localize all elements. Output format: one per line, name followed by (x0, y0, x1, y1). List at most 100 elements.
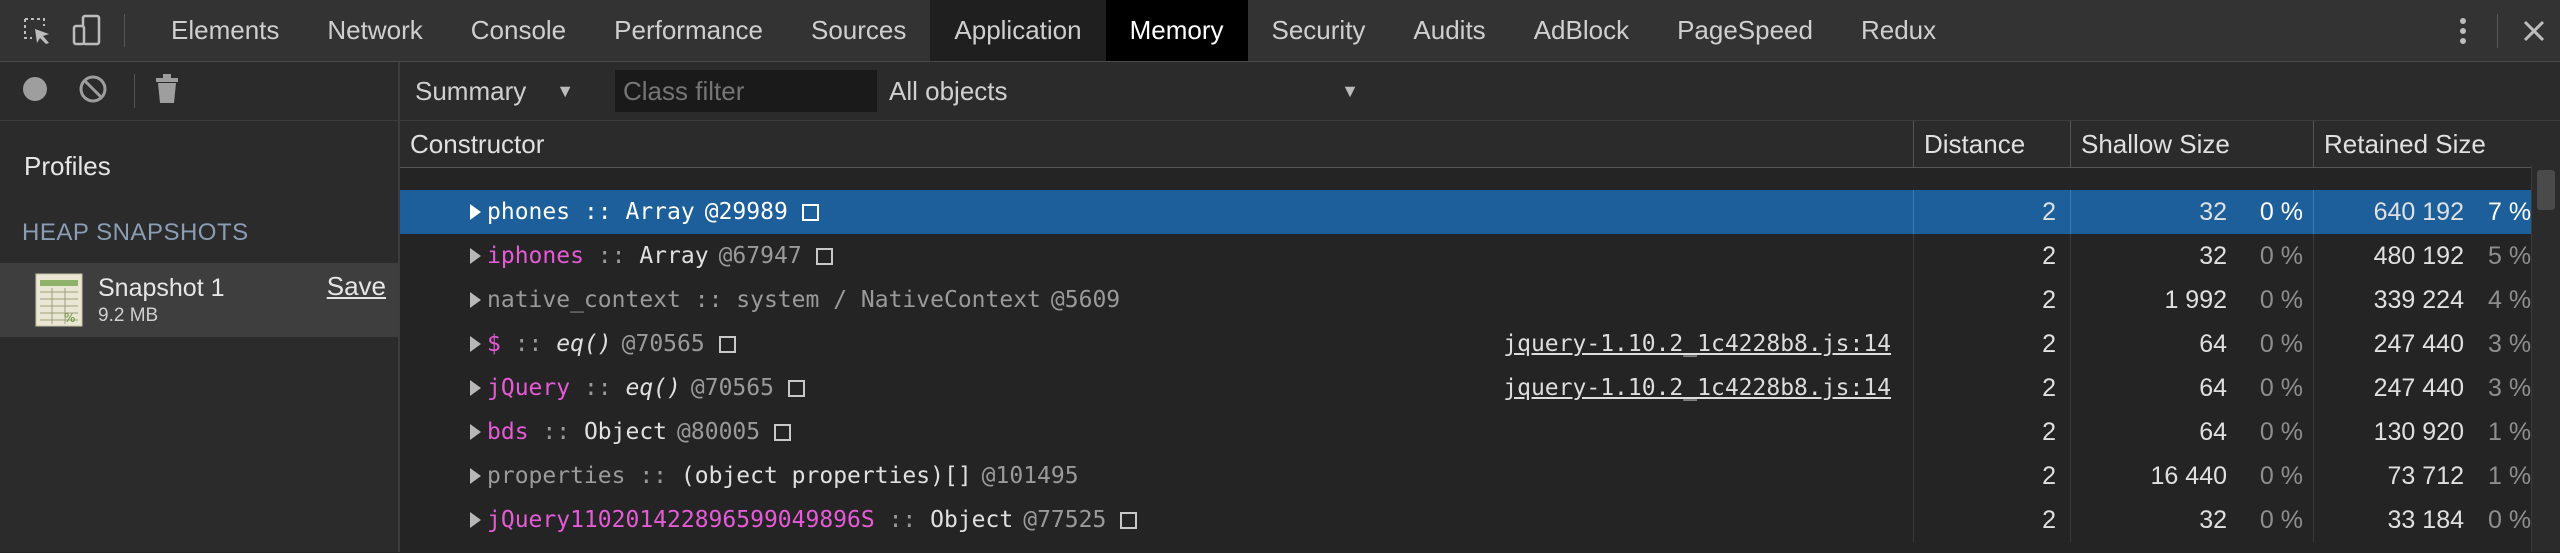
collect-garbage-button[interactable] (147, 62, 187, 120)
tab-application[interactable]: Application (930, 0, 1106, 61)
table-row[interactable]: properties :: (object properties)[] @101… (400, 454, 2560, 498)
tab-adblock[interactable]: AdBlock (1510, 0, 1653, 61)
shallow-size-cell: 16 440 0 % (2070, 454, 2313, 498)
table-body[interactable]: phones :: Array @29989 2 32 0 % 640 192 … (400, 168, 2560, 553)
object-name: jQuery110201422896599049896S (487, 507, 875, 533)
class-filter-input[interactable] (615, 70, 877, 112)
distance-cell: 2 (1913, 410, 2070, 454)
table-row[interactable]: $ :: eq() @70565 jquery-1.10.2_1c4228b8.… (400, 322, 2560, 366)
close-icon[interactable] (2512, 19, 2556, 43)
profiles-title: Profiles (24, 151, 111, 181)
table-row[interactable]: jQuery110201422896599049896S :: Object @… (400, 498, 2560, 542)
store-as-global-icon[interactable] (801, 203, 819, 221)
table-scrollbar[interactable] (2531, 166, 2560, 552)
object-type: Object (930, 507, 1014, 533)
object-name: $ (487, 331, 501, 357)
constructor-cell: properties :: (object properties)[] @101… (400, 454, 1913, 498)
table-row[interactable]: phones :: Array @29989 2 32 0 % 640 192 … (400, 190, 2560, 234)
object-type: system / NativeContext (736, 287, 1041, 313)
distance-cell: 2 (1913, 454, 2070, 498)
store-as-global-icon[interactable] (718, 335, 736, 353)
source-link[interactable]: jquery-1.10.2_1c4228b8.js:14 (1503, 375, 1891, 401)
retained-size-value: 73 712 (2387, 461, 2464, 490)
objects-select[interactable]: All objects ▼ (889, 76, 1359, 107)
toolbar-divider (2497, 13, 2498, 48)
retained-size-cell: 130 920 1 % (2313, 410, 2560, 454)
snapshot-item[interactable]: % Snapshot 1 9.2 MB Save (0, 263, 398, 337)
retained-size-value: 33 184 (2387, 505, 2464, 534)
snapshot-save-link[interactable]: Save (327, 271, 386, 302)
expand-triangle-icon[interactable] (470, 380, 481, 396)
record-icon (21, 75, 49, 108)
tab-sources[interactable]: Sources (787, 0, 930, 61)
table-row[interactable]: bds :: Object @80005 2 64 0 % 130 920 1 … (400, 410, 2560, 454)
tab-memory[interactable]: Memory (1105, 0, 1248, 61)
expand-triangle-icon[interactable] (470, 292, 481, 308)
store-as-global-icon[interactable] (815, 247, 833, 265)
devtools-tabbar: Elements Network Console Performance Sou… (0, 0, 2560, 62)
distance-cell: 2 (1913, 498, 2070, 542)
col-constructor[interactable]: Constructor (400, 121, 1913, 167)
store-as-global-icon[interactable] (787, 379, 805, 397)
object-id: @101495 (981, 463, 1079, 489)
retained-size-value: 339 224 (2373, 285, 2464, 314)
snapshot-size: 9.2 MB (98, 304, 159, 326)
store-as-global-icon[interactable] (1120, 511, 1138, 529)
object-name: native_context (487, 287, 681, 313)
object-id: @70565 (690, 375, 774, 401)
distance-cell: 2 (1913, 322, 2070, 366)
separator: :: (625, 463, 681, 489)
tab-audits[interactable]: Audits (1389, 0, 1509, 61)
store-as-global-icon[interactable] (774, 423, 792, 441)
tab-pagespeed[interactable]: PageSpeed (1653, 0, 1837, 61)
shallow-size-value: 32 (2199, 505, 2227, 534)
shallow-size-value: 32 (2199, 241, 2227, 270)
tab-redux[interactable]: Redux (1837, 0, 1960, 61)
tab-elements[interactable]: Elements (147, 0, 303, 61)
tab-network[interactable]: Network (303, 0, 446, 61)
expand-triangle-icon[interactable] (470, 248, 481, 264)
view-select[interactable]: Summary ▼ (400, 76, 615, 107)
separator: :: (570, 199, 626, 225)
shallow-size-cell: 64 0 % (2070, 322, 2313, 366)
record-button[interactable] (6, 62, 64, 120)
retained-size-percent: 7 % (2488, 197, 2532, 226)
expand-triangle-icon[interactable] (470, 424, 481, 440)
dropdown-arrow-icon: ▼ (556, 80, 575, 101)
expand-triangle-icon[interactable] (470, 468, 481, 484)
view-select-value: Summary (415, 75, 527, 106)
expand-triangle-icon[interactable] (470, 204, 481, 220)
clear-button[interactable] (64, 62, 122, 120)
col-retained-size[interactable]: Retained Size (2313, 121, 2560, 167)
scrollbar-thumb[interactable] (2537, 170, 2555, 210)
expand-triangle-icon[interactable] (470, 336, 481, 352)
toolbar-divider (134, 74, 135, 108)
table-row[interactable]: iphones :: Array @67947 2 32 0 % 480 192… (400, 234, 2560, 278)
tab-performance[interactable]: Performance (590, 0, 787, 61)
snapshot-name: Snapshot 1 (98, 273, 225, 302)
constructor-cell: jQuery110201422896599049896S :: Object @… (400, 498, 1913, 542)
shallow-size-value: 64 (2199, 373, 2227, 402)
separator: :: (680, 287, 737, 313)
heap-snapshots-heading: HEAP SNAPSHOTS (22, 219, 249, 246)
device-toggle-icon[interactable] (62, 0, 112, 61)
trash-icon (155, 73, 179, 109)
table-row[interactable]: native_context :: system / NativeContext… (400, 278, 2560, 322)
separator: :: (570, 375, 626, 401)
tab-security[interactable]: Security (1248, 0, 1390, 61)
tab-console[interactable]: Console (447, 0, 590, 61)
separator: :: (528, 419, 584, 445)
object-name: phones (487, 199, 571, 225)
col-shallow-size[interactable]: Shallow Size (2070, 121, 2313, 167)
source-link[interactable]: jquery-1.10.2_1c4228b8.js:14 (1503, 331, 1891, 357)
shallow-size-value: 64 (2199, 417, 2227, 446)
col-distance[interactable]: Distance (1913, 121, 2070, 167)
shallow-size-percent: 0 % (2259, 329, 2303, 358)
table-row[interactable]: jQuery :: eq() @70565 jquery-1.10.2_1c42… (400, 366, 2560, 410)
object-name: properties (487, 463, 626, 489)
shallow-size-cell: 32 0 % (2070, 498, 2313, 542)
kebab-menu-icon[interactable] (2443, 16, 2483, 46)
expand-triangle-icon[interactable] (470, 512, 481, 528)
retained-size-percent: 1 % (2488, 461, 2532, 490)
inspect-icon[interactable] (12, 0, 62, 61)
